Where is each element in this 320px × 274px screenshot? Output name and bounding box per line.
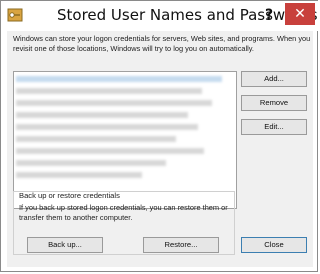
remove-button[interactable]: Remove: [241, 95, 307, 111]
list-item[interactable]: [16, 160, 166, 166]
edit-button[interactable]: Edit...: [241, 119, 307, 135]
title-bar[interactable]: Stored User Names and Passwords ? ✕: [1, 1, 319, 31]
close-button[interactable]: Close: [241, 237, 307, 253]
add-button[interactable]: Add...: [241, 71, 307, 87]
backup-button[interactable]: Back up...: [27, 237, 103, 253]
help-button[interactable]: ?: [255, 2, 283, 28]
credentials-list[interactable]: [13, 71, 237, 209]
list-item[interactable]: [16, 88, 202, 94]
list-item[interactable]: [16, 136, 176, 142]
list-item[interactable]: [16, 172, 142, 178]
list-item[interactable]: [16, 148, 204, 154]
list-item[interactable]: [16, 76, 222, 82]
key-icon: [7, 7, 23, 23]
restore-button[interactable]: Restore...: [143, 237, 219, 253]
backup-group-text: If you back up stored logon credentials,…: [19, 203, 228, 222]
stored-credentials-dialog: Stored User Names and Passwords ? ✕ Wind…: [0, 0, 319, 272]
list-item[interactable]: [16, 124, 198, 130]
backup-group-label: Back up or restore credentials: [19, 191, 120, 200]
dialog-body: Windows can store your logon credentials…: [7, 31, 313, 267]
list-item[interactable]: [16, 100, 212, 106]
intro-text: Windows can store your logon credentials…: [13, 34, 311, 53]
list-item[interactable]: [16, 112, 188, 118]
close-window-button[interactable]: ✕: [285, 3, 315, 25]
